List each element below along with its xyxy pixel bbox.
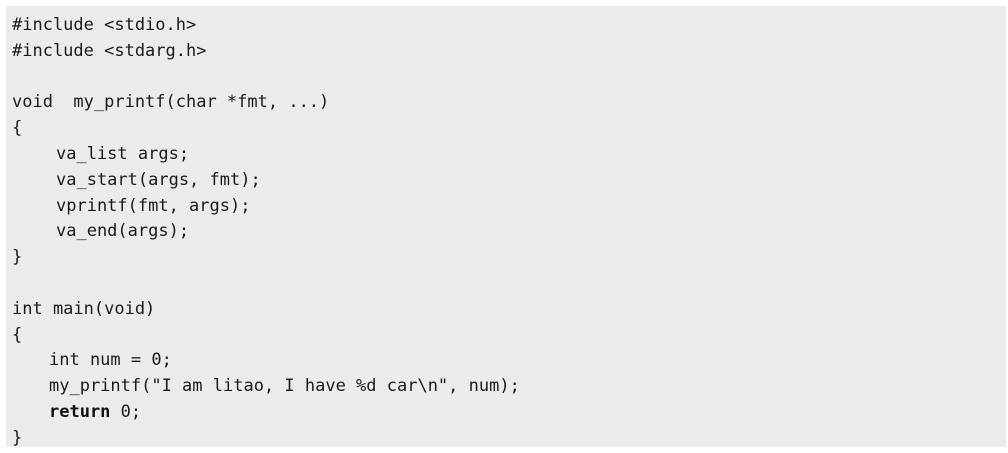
- return-keyword: return: [49, 401, 111, 422]
- code-line-return: return 0;: [12, 400, 1006, 426]
- code-line-int-num: int num = 0;: [49, 350, 172, 371]
- code-line-close-brace: }: [12, 247, 23, 268]
- code-line-va-list: va_list args;: [56, 143, 190, 164]
- code-line-include-stdio: #include <stdio.h>: [12, 15, 197, 35]
- code-line-main-signature: int main(void): [12, 298, 156, 319]
- code-line-open-brace: {: [12, 118, 23, 139]
- code-line-vprintf: vprintf(fmt, args);: [56, 195, 251, 216]
- code-line-va-end: va_end(args);: [56, 221, 190, 242]
- code-line-close-brace: }: [12, 427, 23, 448]
- return-value: 0;: [110, 401, 142, 422]
- code-block: #include <stdio.h> #include <stdarg.h> v…: [6, 6, 1006, 448]
- code-line-my-printf-signature: void my_printf(char *fmt, ...): [12, 92, 330, 113]
- code-line-include-stdarg: #include <stdarg.h>: [12, 40, 207, 61]
- code-line-open-brace: {: [12, 324, 23, 345]
- code-line-va-start: va_start(args, fmt);: [56, 169, 261, 190]
- code-line-my-printf-call: my_printf("I am litao, I have %d car\n",…: [49, 376, 520, 397]
